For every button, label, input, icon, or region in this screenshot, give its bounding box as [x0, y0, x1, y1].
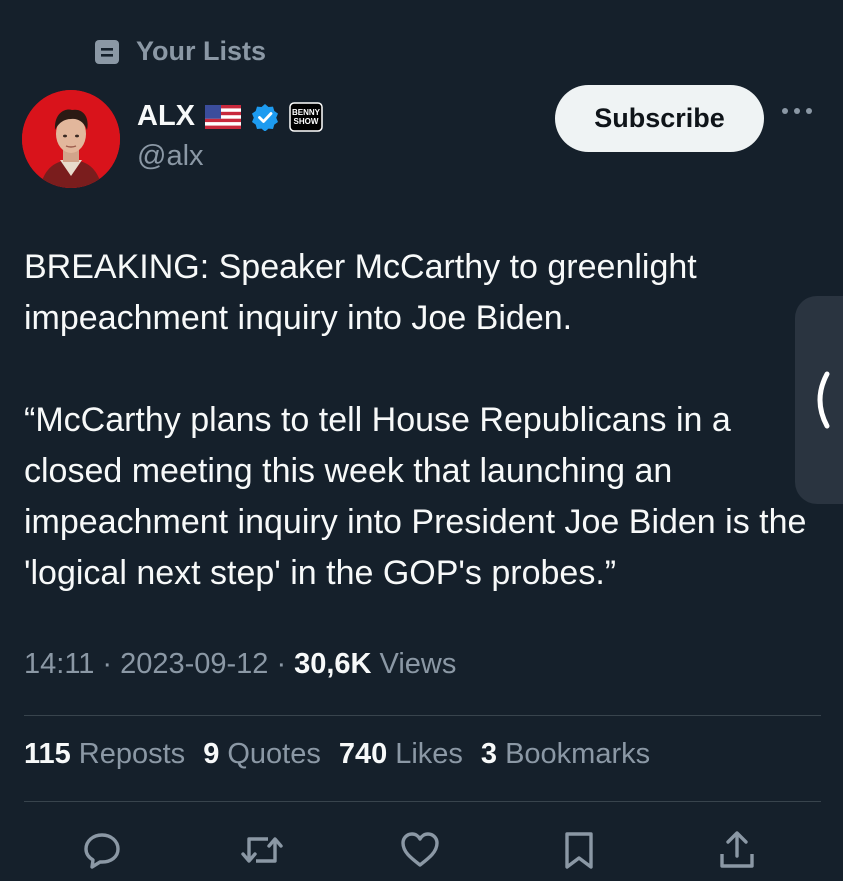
- tweet-paragraph: BREAKING: Speaker McCarthy to greenlight…: [24, 248, 697, 337]
- share-icon: [720, 831, 754, 868]
- views-count: 30,6K: [294, 648, 372, 680]
- tweet-time[interactable]: 14:11: [24, 648, 94, 681]
- badge-text-line-2: SHOW: [294, 117, 319, 126]
- divider: [24, 715, 821, 716]
- list-icon: [95, 39, 119, 64]
- avatar-image: [22, 90, 120, 188]
- stat-count: 740: [338, 738, 388, 770]
- bookmark-icon: [565, 832, 593, 869]
- stat-count: 115: [24, 738, 71, 770]
- tweet-paragraph: “McCarthy plans to tell House Republican…: [24, 401, 807, 592]
- author-handle[interactable]: @alx: [137, 140, 204, 173]
- share-button[interactable]: [715, 828, 759, 872]
- repost-button[interactable]: [240, 828, 284, 872]
- author-display-name: ALX: [137, 100, 195, 132]
- more-options-icon[interactable]: [782, 108, 812, 114]
- divider: [24, 801, 821, 802]
- more-dot: [782, 108, 788, 114]
- us-flag-icon: [205, 104, 241, 129]
- stat-label: Bookmarks: [505, 738, 651, 770]
- bookmark-button[interactable]: [557, 828, 601, 872]
- reply-icon: [84, 833, 120, 869]
- views-label: Views: [379, 648, 457, 680]
- tweet-date[interactable]: 2023-09-12: [120, 648, 268, 681]
- side-drawer-handle[interactable]: [795, 296, 843, 504]
- avatar[interactable]: [22, 90, 120, 188]
- engagement-stats: 115 Reposts 9 Quotes 740 Likes 3 Bookmar…: [24, 738, 650, 771]
- badge-text-line-1: BENNY: [292, 108, 321, 117]
- repost-icon: [241, 837, 283, 863]
- stat-count: 9: [203, 738, 220, 770]
- verified-badge-icon[interactable]: [251, 103, 279, 131]
- more-dot: [806, 108, 812, 114]
- like-button[interactable]: [398, 828, 442, 872]
- your-lists-label: Your Lists: [136, 36, 267, 66]
- benny-show-badge-icon[interactable]: BENNY SHOW: [289, 101, 323, 132]
- stat-label: Quotes: [227, 738, 321, 770]
- your-lists-link[interactable]: Your Lists: [94, 36, 266, 67]
- stat-label: Reposts: [78, 738, 186, 770]
- author-name-row[interactable]: ALX BENNY SHOW: [137, 100, 323, 133]
- stat-reposts[interactable]: 115 Reposts: [24, 738, 185, 771]
- meta-separator: ·: [102, 648, 113, 680]
- chevron-left-icon: [817, 371, 830, 429]
- stat-quotes[interactable]: 9 Quotes: [203, 738, 321, 771]
- stat-bookmarks[interactable]: 3 Bookmarks: [481, 738, 650, 771]
- like-icon: [401, 832, 439, 867]
- stat-label: Likes: [395, 738, 463, 770]
- more-dot: [794, 108, 800, 114]
- meta-separator: ·: [276, 648, 287, 680]
- tweet-body: BREAKING: Speaker McCarthy to greenlight…: [24, 242, 824, 599]
- subscribe-button[interactable]: Subscribe: [555, 85, 764, 152]
- reply-button[interactable]: [80, 828, 124, 872]
- stat-count: 3: [480, 738, 498, 770]
- tweet-meta: 14:11 · 2023-09-12 · 30,6K Views: [24, 648, 456, 681]
- stat-likes[interactable]: 740 Likes: [339, 738, 463, 771]
